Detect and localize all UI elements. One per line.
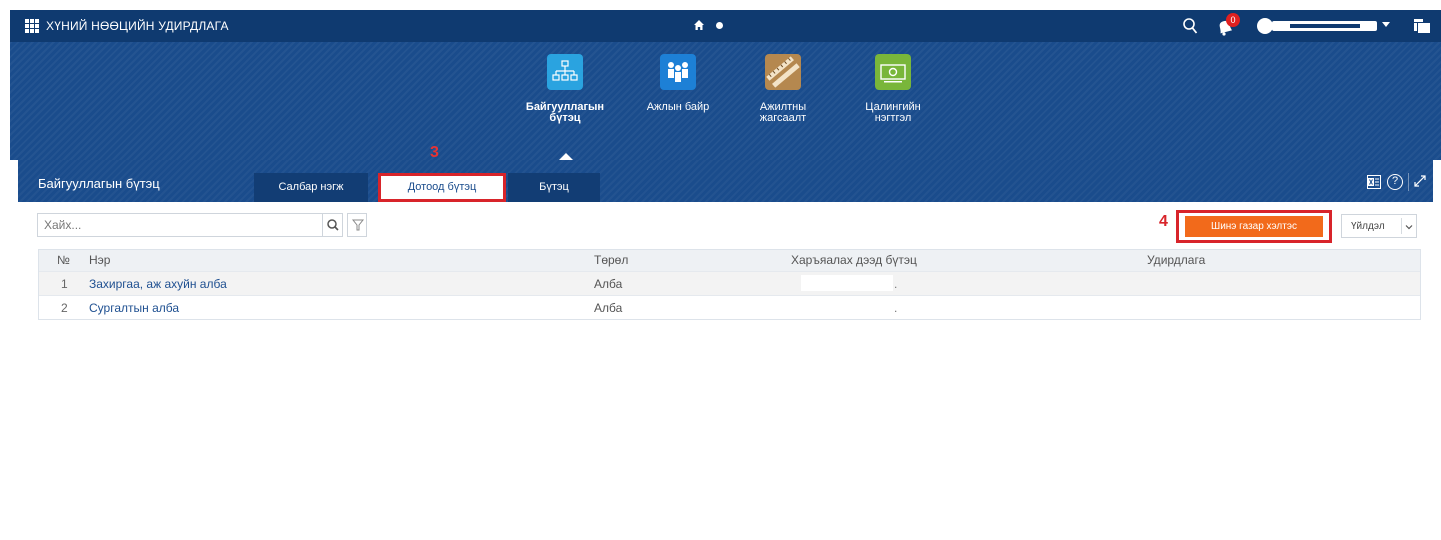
row-name-link[interactable]: Сургалтын алба (89, 296, 179, 320)
column-header-number[interactable]: № (57, 250, 70, 271)
module-label: Байгууллагын бүтэц (525, 101, 605, 124)
column-header-name[interactable]: Нэр (89, 250, 110, 271)
column-header-type[interactable]: Төрөл (594, 250, 628, 271)
row-name-link[interactable]: Захиргаа, аж ахуйн алба (89, 272, 227, 296)
search-icon[interactable] (1182, 17, 1198, 35)
structure-table: № Нэр Төрөл Харъяалах дээд бүтэц Удирдла… (38, 249, 1421, 320)
app-window: ХҮНИЙ НӨӨЦИЙН УДИРДЛАГА 0 Байгууллагын б… (10, 10, 1441, 540)
notification-count-badge: 0 (1226, 13, 1240, 27)
page-dot-indicator[interactable] (716, 22, 723, 29)
search-icon (327, 219, 339, 231)
highlight-frame: Шинэ газар хэлтэс (1176, 210, 1332, 243)
column-header-parent-unit[interactable]: Харъяалах дээд бүтэц (791, 250, 917, 271)
tab-structure[interactable]: Бүтэц (508, 173, 600, 202)
chevron-down-icon (1405, 225, 1413, 230)
help-icon[interactable]: ? (1387, 174, 1403, 190)
top-bar: ХҮНИЙ НӨӨЦИЙН УДИРДЛАГА 0 (10, 10, 1441, 42)
money-icon (875, 54, 911, 90)
org-structure-panel: Байгууллагын бүтэц Салбар нэгж Дотоод бү… (18, 160, 1433, 540)
row-number: 2 (61, 301, 68, 315)
windows-stack-icon[interactable] (1414, 19, 1430, 33)
header-divider (1408, 173, 1409, 191)
column-header-management[interactable]: Удирдлага (1147, 250, 1205, 271)
user-menu-caret-icon[interactable] (1382, 22, 1390, 27)
expand-icon[interactable] (1413, 174, 1427, 188)
people-icon (660, 54, 696, 90)
action-dropdown-label: Үйлдэл (1351, 221, 1385, 232)
user-avatar[interactable] (1257, 18, 1273, 34)
row-number: 1 (61, 277, 68, 291)
ruler-list-icon (765, 54, 801, 90)
module-label: Ажлын байр (646, 101, 710, 113)
module-payroll-summary[interactable]: Цалингийн нэгтгэл (853, 54, 933, 124)
panel-title: Байгууллагын бүтэц (38, 176, 160, 191)
redacted-parent-unit (801, 275, 893, 291)
panel-header: Байгууллагын бүтэц Салбар нэгж Дотоод бү… (18, 160, 1433, 202)
row-parent-unit: . (894, 277, 898, 291)
module-job-positions[interactable]: Ажлын байр (638, 54, 718, 113)
row-type: Алба (594, 301, 623, 315)
filter-button[interactable] (347, 213, 367, 237)
action-dropdown[interactable]: Үйлдэл (1341, 214, 1417, 238)
tab-branch-unit[interactable]: Салбар нэгж (254, 173, 368, 202)
row-type: Алба (594, 277, 623, 291)
row-parent-unit: . (894, 301, 898, 315)
app-title: ХҮНИЙ НӨӨЦИЙН УДИРДЛАГА (46, 19, 229, 33)
module-launcher: Байгууллагын бүтэц Ажлын байр Ажилтны жа… (10, 42, 1441, 161)
search-input[interactable] (37, 213, 323, 237)
excel-export-icon[interactable] (1367, 175, 1381, 189)
table-row[interactable]: 1 Захиргаа, аж ахуйн алба Алба . (39, 271, 1420, 295)
filter-icon (351, 219, 365, 231)
table-header: № Нэр Төрөл Харъяалах дээд бүтэц Удирдла… (39, 250, 1420, 271)
user-name-redacted[interactable] (1272, 21, 1377, 31)
tab-internal-structure[interactable]: Дотоод бүтэц (378, 173, 506, 202)
module-org-structure[interactable]: Байгууллагын бүтэц (525, 54, 605, 124)
module-label: Цалингийн нэгтгэл (865, 101, 921, 124)
annotation-step-4: 4 (1159, 213, 1168, 230)
home-icon[interactable] (693, 19, 705, 31)
search-button[interactable] (323, 213, 343, 237)
module-label: Ажилтны жагсаалт (759, 101, 807, 124)
module-employee-list[interactable]: Ажилтны жагсаалт (743, 54, 823, 124)
apps-grid-icon[interactable] (25, 19, 41, 33)
table-row[interactable]: 2 Сургалтын алба Алба . (39, 295, 1420, 319)
dropdown-divider (1401, 218, 1402, 234)
new-department-button[interactable]: Шинэ газар хэлтэс (1185, 216, 1323, 237)
active-module-pointer (559, 153, 573, 160)
org-structure-icon (547, 54, 583, 90)
